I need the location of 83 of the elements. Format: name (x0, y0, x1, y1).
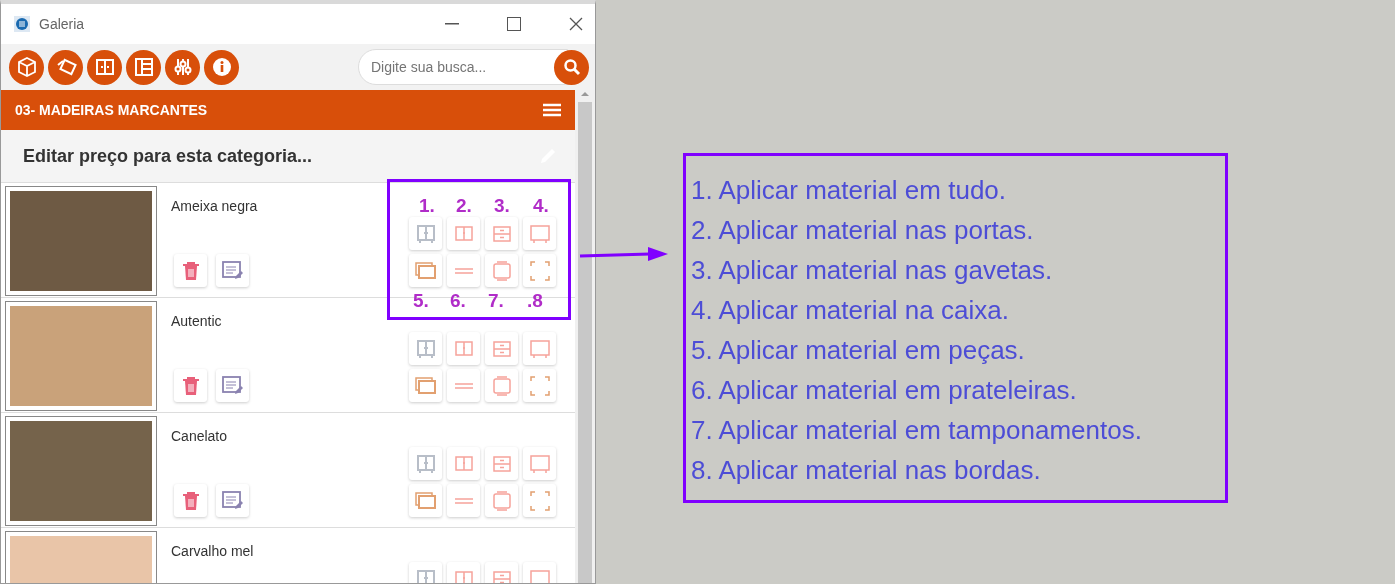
drawers-button[interactable] (485, 447, 518, 480)
wood-texture-swatch[interactable] (10, 421, 152, 521)
document-pencil-icon (221, 375, 244, 396)
window-title: Galeria (39, 14, 85, 34)
material-name: Carvalho mel (171, 542, 254, 561)
wood-texture-swatch[interactable] (10, 191, 152, 291)
callout-number: .8 (527, 289, 543, 313)
wood-texture-swatch[interactable] (10, 306, 152, 406)
legend-line: 8. Aplicar material nas bordas. (691, 454, 1042, 487)
box-button[interactable] (523, 332, 556, 365)
cabinet-button[interactable] (409, 447, 442, 480)
trash-icon (181, 375, 200, 396)
stacked-panels-button[interactable] (409, 484, 442, 517)
maximize-icon[interactable] (507, 17, 521, 31)
box-button[interactable] (523, 447, 556, 480)
material-name: Canelato (171, 427, 228, 446)
document-pencil-icon (221, 490, 244, 511)
cabinet-button[interactable] (126, 49, 161, 85)
cabinet-icon (132, 56, 155, 78)
callout-number: 6. (450, 289, 466, 313)
minimize-icon[interactable] (445, 23, 459, 25)
close-icon[interactable] (569, 17, 583, 31)
edges-icon (527, 488, 552, 513)
legend-line: 3. Aplicar material nas gavetas. (691, 254, 1054, 287)
legend-line: 7. Aplicar material em tamponamentos. (691, 414, 1143, 447)
info-icon (211, 57, 232, 77)
callout-number: 2. (456, 194, 472, 218)
search-icon (562, 58, 581, 76)
edges-icon (527, 373, 552, 398)
edges-button[interactable] (523, 369, 556, 402)
callout-number: 3. (494, 194, 510, 218)
document-pencil-icon (221, 260, 244, 281)
cabinet-button[interactable] (409, 332, 442, 365)
edges-icon (527, 258, 552, 283)
price-edit-bar[interactable]: Editar preço para esta categoria... (1, 130, 575, 183)
legend-line: 4. Aplicar material na caixa. (691, 294, 1010, 327)
doors-icon (93, 56, 116, 78)
callout-number: 1. (419, 194, 435, 218)
category-title: 03- MADEIRAS MARCANTES (15, 100, 208, 120)
edges-button[interactable] (523, 254, 556, 287)
sliders-button[interactable] (165, 49, 200, 85)
cabinet-button[interactable] (409, 217, 442, 250)
delete-button[interactable] (174, 254, 207, 287)
delete-button[interactable] (174, 484, 207, 517)
callout-number: 5. (413, 289, 429, 313)
cube-button[interactable] (9, 49, 44, 85)
delete-button[interactable] (174, 369, 207, 402)
trash-icon (181, 490, 200, 511)
scrollbar[interactable] (575, 90, 595, 583)
panel-frame-button[interactable] (485, 484, 518, 517)
edit-details-button[interactable] (216, 254, 249, 287)
edit-details-button[interactable] (216, 484, 249, 517)
doors-button[interactable] (87, 49, 122, 85)
legend-line: 6. Aplicar material em prateleiras. (691, 374, 1078, 407)
material-name: Ameixa negra (171, 197, 258, 216)
search-field[interactable]: Digite sua busca... (358, 49, 568, 85)
callout-number: 4. (533, 194, 549, 218)
info-button[interactable] (204, 49, 239, 85)
shelves-button[interactable] (447, 369, 480, 402)
edit-details-button[interactable] (216, 369, 249, 402)
callout-number: 7. (488, 289, 504, 313)
panel-frame-button[interactable] (485, 369, 518, 402)
legend-line: 1. Aplicar material em tudo. (691, 174, 1008, 207)
price-edit-label: Editar preço para esta categoria... (23, 144, 313, 168)
stacked-panels-button[interactable] (409, 369, 442, 402)
legend-line: 5. Aplicar material em peças. (691, 334, 1026, 367)
material-name: Autentic (171, 312, 222, 331)
shelves-button[interactable] (447, 484, 480, 517)
search-button[interactable] (554, 49, 589, 85)
trash-icon (181, 260, 200, 281)
stacked-panels-button[interactable] (409, 254, 442, 287)
scroll-up-icon[interactable] (580, 90, 590, 98)
panels-button[interactable] (48, 49, 83, 85)
edges-button[interactable] (523, 484, 556, 517)
app-icon (13, 15, 31, 33)
drawers-button[interactable] (485, 332, 518, 365)
legend-line: 2. Aplicar material nas portas. (691, 214, 1035, 247)
shelves-button[interactable] (447, 254, 480, 287)
drawers-button[interactable] (485, 217, 518, 250)
panel-frame-button[interactable] (485, 254, 518, 287)
menu-icon[interactable] (543, 103, 561, 117)
cube-icon (15, 56, 38, 78)
box-button[interactable] (523, 217, 556, 250)
